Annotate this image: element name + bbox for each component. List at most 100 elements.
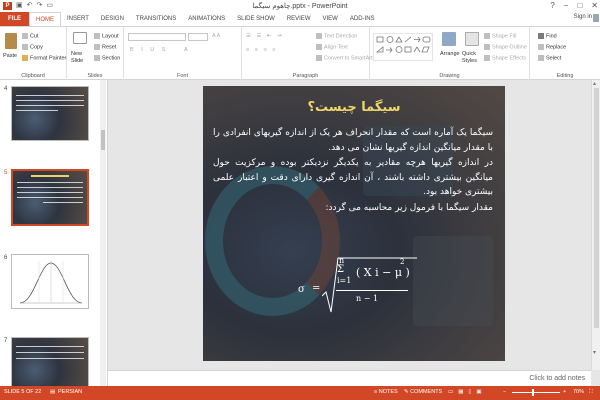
arrange-icon[interactable] [442,32,456,46]
shape-outline-button[interactable]: Shape Outline [484,44,527,50]
sigma-formula[interactable]: σ = n Σ i=1 ( X i − μ ) 2 n − 1 [298,246,418,318]
tab-file[interactable]: FILE [0,12,29,26]
shape-effects-button[interactable]: Shape Effects [484,55,526,61]
shapes-gallery[interactable] [373,33,433,61]
search-icon [538,33,544,39]
comments-toggle[interactable]: ✎ COMMENTS [404,389,442,395]
language-indicator[interactable]: PERSIAN [58,389,82,395]
section-button[interactable]: Section [94,55,120,61]
thumbnail-title [31,175,69,177]
paste-button[interactable]: Paste [3,53,17,59]
list-buttons[interactable]: ☰ ☰ ⇤ ⇥ [246,33,284,39]
slide-thumbnail-selected[interactable] [11,169,89,226]
status-bar: SLIDE 5 OF 22 ▤ PERSIAN ≡ NOTES ✎ COMMEN… [0,386,600,400]
shape-fill-button[interactable]: Shape Fill [484,33,516,39]
slides-group-label: Slides [87,73,103,79]
shape-outline-icon [484,44,490,50]
thumbnail-text-line [17,192,83,193]
thumbnail-text-line [16,346,84,347]
tab-animations[interactable]: ANIMATIONS [182,12,231,26]
slide-thumbnail[interactable] [11,337,89,386]
tab-insert[interactable]: INSERT [61,12,95,26]
copy-label: Copy [30,44,43,51]
quick-styles-icon[interactable] [465,32,479,46]
clipboard-group-label: Clipboard [21,73,45,79]
quick-styles-button[interactable]: Quick Styles [462,51,484,65]
zoom-slider-thumb[interactable] [532,389,534,396]
font-color-icon[interactable]: A [184,47,188,53]
view-buttons[interactable]: ▭▦▯▣ [448,389,487,395]
scroll-down-icon[interactable]: ▾ [593,349,596,356]
new-slide-button[interactable]: New Slide [71,51,93,65]
slide-body-text[interactable]: سیگما یک آماره است که مقدار انحراف هر یک… [213,126,493,216]
paragraph-group-label: Paragraph [292,73,319,79]
formula-sigma: σ [298,284,305,295]
font-size-dropdown[interactable] [188,33,208,41]
slide-counter: SLIDE 5 OF 22 [4,389,42,395]
scroll-up-icon[interactable]: ▴ [593,80,596,87]
comments-toggle-label: COMMENTS [410,389,443,395]
formula-equals: = [312,283,321,294]
shape-effects-icon [484,55,490,61]
font-name-dropdown[interactable] [128,33,186,41]
slide-thumbnail[interactable] [11,254,89,309]
select-button[interactable]: Select [538,55,561,61]
find-button[interactable]: Find [538,33,557,39]
format-painter-button[interactable]: Format Painter [22,55,66,61]
tab-slide-show[interactable]: SLIDE SHOW [231,12,281,26]
convert-smartart-button[interactable]: Convert to SmartArt [316,55,373,61]
grow-font-icon[interactable]: A A [212,33,220,39]
font-group: A A B I U S A Font [124,27,242,80]
zoom-slider[interactable] [512,392,560,393]
text-direction-button[interactable]: Text Direction [316,33,357,39]
fraction-bar [336,290,408,291]
slide-thumbnail[interactable] [11,86,89,141]
tab-review[interactable]: REVIEW [281,12,317,26]
scrollbar-thumb[interactable] [101,130,105,150]
window-title: چاهوم سیگما.pptx - PowerPoint [252,3,348,10]
tab-home[interactable]: HOME [29,12,61,26]
help-button[interactable]: ? [550,1,554,11]
zoom-level[interactable]: 70% [573,389,584,395]
section-icon [94,55,100,61]
select-label: Select [546,55,562,62]
new-slide-icon[interactable] [73,32,87,44]
notes-placeholder[interactable]: Click to add notes [529,375,585,382]
font-style-buttons[interactable]: B I U S [130,47,168,53]
sign-in-link[interactable]: Sign in [574,14,592,20]
close-button[interactable]: ✕ [591,1,598,11]
tab-design[interactable]: DESIGN [95,12,130,26]
tab-transitions[interactable]: TRANSITIONS [130,12,182,26]
replace-button[interactable]: Replace [538,44,566,50]
tab-view[interactable]: VIEW [317,12,344,26]
fit-slide-icon[interactable]: ⛶ [589,389,593,396]
slide-canvas[interactable]: سیگما چیست؟ سیگما یک آماره است که مقدار … [203,86,505,361]
arrange-button[interactable]: Arrange [440,51,460,57]
body-paragraph: سیگما یک آماره است که مقدار انحراف هر یک… [213,128,493,153]
notes-pane[interactable]: Click to add notes [108,370,591,386]
minimize-button[interactable]: − [564,1,569,11]
thumbnails-scrollbar[interactable] [100,80,106,386]
paste-icon[interactable] [5,33,17,49]
copy-button[interactable]: Copy [22,44,43,50]
slide-scrollbar[interactable]: ▴ ▾ [591,80,600,370]
align-text-button[interactable]: Align Text [316,44,348,50]
notes-toggle[interactable]: ≡ NOTES [374,389,398,395]
zoom-out-icon[interactable]: − [503,389,506,395]
cut-button[interactable]: Cut [22,33,39,39]
avatar[interactable] [593,14,599,22]
bell-curve-thumbnail [19,261,83,304]
zoom-in-icon[interactable]: + [563,389,566,395]
text-direction-icon [316,33,322,39]
tab-add-ins[interactable]: ADD-INS [344,12,381,26]
replace-label: Replace [546,44,567,51]
align-buttons[interactable]: ≡ ≡ ≡ ≡ [246,47,277,53]
drawing-group-label: Drawing [439,73,460,79]
maximize-button[interactable]: □ [577,1,582,11]
spelling-icon[interactable]: ▤ [50,389,55,395]
slide-title[interactable]: سیگما چیست؟ [203,100,505,115]
layout-button[interactable]: Layout [94,33,119,39]
reset-button[interactable]: Reset [94,44,116,50]
scrollbar-thumb[interactable] [594,88,599,328]
shape-fill-label: Shape Fill [492,33,517,40]
